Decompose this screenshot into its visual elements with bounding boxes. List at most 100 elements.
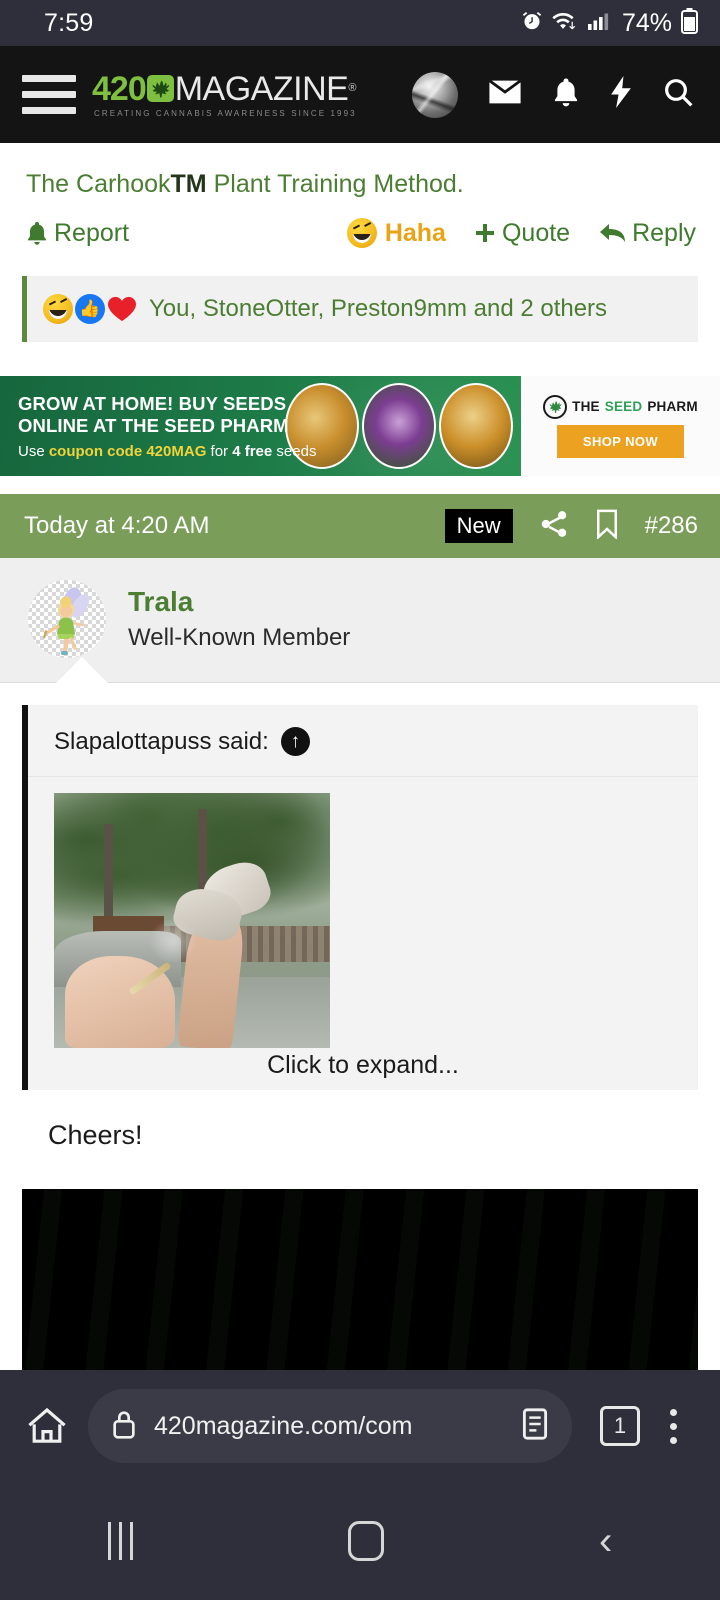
status-bar-clock: 7:59	[44, 8, 94, 37]
ad-copy: GROW AT HOME! BUY SEEDS ONLINE AT THE SE…	[0, 393, 316, 460]
ad-brand-panel[interactable]: THE SEED PHARM SHOP NOW	[521, 376, 720, 477]
rofl-emoji	[346, 218, 377, 249]
header-icon-group	[412, 71, 698, 118]
logo-tagline: CREATING CANNABIS AWARENESS SINCE 1993	[94, 108, 357, 118]
thread-title-prefix: The Carhook	[26, 170, 171, 198]
like-emoji	[75, 294, 105, 325]
post-number[interactable]: #286	[645, 512, 698, 540]
reactions-summary-bar[interactable]: You, StoneOtter, Preston9mm and 2 others	[22, 276, 698, 343]
reply-button[interactable]: Reply	[600, 219, 696, 248]
hamburger-menu-icon[interactable]	[22, 75, 76, 114]
post-author-info: Trala Well-Known Member	[128, 586, 350, 652]
site-logo[interactable]: 420 MAGAZINE ® CREATING CANNABIS AWARENE…	[92, 72, 357, 118]
author-strip-notch	[56, 657, 108, 684]
overflow-menu-icon[interactable]	[646, 1408, 700, 1444]
brand-pharm: PHARM	[647, 399, 698, 415]
thread-title-tm: TM	[170, 170, 207, 198]
logo-number: 420	[92, 69, 147, 108]
site-header: 420 MAGAZINE ® CREATING CANNABIS AWARENE…	[0, 46, 720, 143]
jump-to-post-arrow-icon[interactable]: ↑	[280, 727, 310, 757]
reaction-button[interactable]: Haha	[346, 218, 446, 249]
back-button-icon[interactable]: ‹	[599, 1521, 612, 1561]
shop-now-button[interactable]: SHOP NOW	[556, 424, 685, 458]
url-text[interactable]: 420magazine.com/com	[154, 1412, 504, 1441]
recents-icon[interactable]	[107, 1522, 133, 1560]
whats-new-bolt-icon[interactable]	[610, 76, 632, 113]
logo-registered-mark: ®	[348, 82, 357, 94]
thread-title-suffix: Plant Training Method.	[206, 170, 464, 198]
alarm-icon	[521, 10, 543, 37]
battery-percent-label: 74%	[621, 8, 672, 37]
android-navigation-bar: ‹	[0, 1482, 720, 1600]
post-timestamp[interactable]: Today at 4:20 AM	[24, 512, 209, 540]
post-meta-bar: Today at 4:20 AM New #286	[0, 494, 720, 559]
alerts-bell-icon[interactable]	[552, 76, 580, 113]
battery-icon	[681, 7, 698, 39]
quote-block: Slapalottapuss said: ↑ Click to expand..…	[22, 705, 698, 1091]
quote-button[interactable]: Quote	[474, 219, 570, 248]
quote-label: Quote	[501, 218, 571, 247]
logo-word: MAGAZINE	[174, 69, 349, 108]
https-lock-icon[interactable]	[110, 1408, 138, 1445]
reaction-names-label[interactable]: You, StoneOtter, Preston9mm and 2 others	[149, 295, 607, 323]
brand-seed: SEED	[604, 399, 643, 415]
cellular-signal-icon	[587, 10, 611, 37]
quoted-photo[interactable]	[54, 793, 330, 1049]
ad-sub-mid: for	[206, 442, 233, 460]
page-content: The CarhookTM Plant Training Method. Rep…	[0, 143, 720, 1420]
ad-brand-name: THE SEED PHARM	[543, 394, 698, 419]
author-user-title: Well-Known Member	[128, 624, 351, 652]
tab-count-button[interactable]: 1	[600, 1406, 640, 1446]
reader-mode-icon[interactable]	[520, 1407, 550, 1446]
post-action-bar: Report Haha Quote Reply	[0, 200, 720, 266]
bud-photo-2	[362, 383, 436, 470]
quote-attribution-label: Slapalottapuss said:	[54, 727, 269, 755]
ad-headline-line2: ONLINE AT THE SEED PHARM	[18, 414, 289, 436]
reply-arrow-icon	[600, 224, 626, 243]
reply-label: Reply	[632, 218, 696, 247]
user-avatar[interactable]	[412, 71, 458, 118]
click-to-expand-label[interactable]: Click to expand...	[28, 1051, 698, 1080]
photo-smoke	[147, 918, 198, 965]
advertisement-banner[interactable]: GROW AT HOME! BUY SEEDS ONLINE AT THE SE…	[0, 376, 720, 477]
browser-toolbar: 420magazine.com/com 1	[0, 1370, 720, 1482]
cannabis-leaf-icon	[146, 75, 174, 102]
home-button-icon[interactable]	[347, 1521, 384, 1561]
inbox-icon[interactable]	[488, 77, 522, 112]
android-status-bar: 7:59 74%	[0, 0, 720, 46]
author-username[interactable]: Trala	[128, 586, 350, 618]
ad-subtext: Use coupon code 420MAG for 4 free seeds	[18, 443, 316, 460]
new-badge: New	[444, 509, 513, 544]
ad-headline-line1: GROW AT HOME! BUY SEEDS	[18, 392, 287, 414]
brand-the: THE	[572, 399, 600, 415]
reaction-label: Haha	[384, 218, 446, 247]
tinkerbell-fairy-avatar[interactable]	[28, 580, 106, 659]
quote-attribution: Slapalottapuss said: ↑	[28, 705, 698, 778]
ad-sub-pre: Use	[18, 442, 49, 460]
post-meta-actions: New #286	[444, 509, 698, 544]
seedpharm-leaf-icon	[543, 394, 568, 419]
bookmark-icon[interactable]	[595, 509, 619, 544]
report-label: Report	[54, 218, 130, 247]
bud-photo-3	[439, 383, 513, 470]
url-bar[interactable]: 420magazine.com/com	[88, 1389, 572, 1463]
ad-sub-bold: 4 free	[232, 442, 273, 460]
plus-icon	[475, 224, 494, 243]
love-heart-emoji	[107, 294, 137, 324]
report-button[interactable]: Report	[26, 219, 129, 248]
rofl-emoji	[43, 294, 73, 325]
ad-sub-post: seeds	[272, 442, 317, 460]
ad-bud-photos	[285, 376, 513, 476]
quote-content: Click to expand...	[28, 777, 698, 1091]
wifi-icon	[552, 10, 578, 37]
thread-title[interactable]: The CarhookTM Plant Training Method.	[0, 143, 720, 200]
ad-creative[interactable]: GROW AT HOME! BUY SEEDS ONLINE AT THE SE…	[0, 376, 521, 477]
post-body: Slapalottapuss said: ↑ Click to expand..…	[0, 683, 720, 1151]
home-icon[interactable]	[20, 1406, 74, 1446]
search-icon[interactable]	[662, 76, 694, 113]
report-bell-icon	[28, 222, 46, 245]
status-bar-indicators: 74%	[521, 7, 698, 39]
share-icon[interactable]	[539, 509, 569, 544]
post-author-strip: Trala Well-Known Member	[0, 558, 720, 684]
post-text: Cheers!	[48, 1120, 143, 1151]
